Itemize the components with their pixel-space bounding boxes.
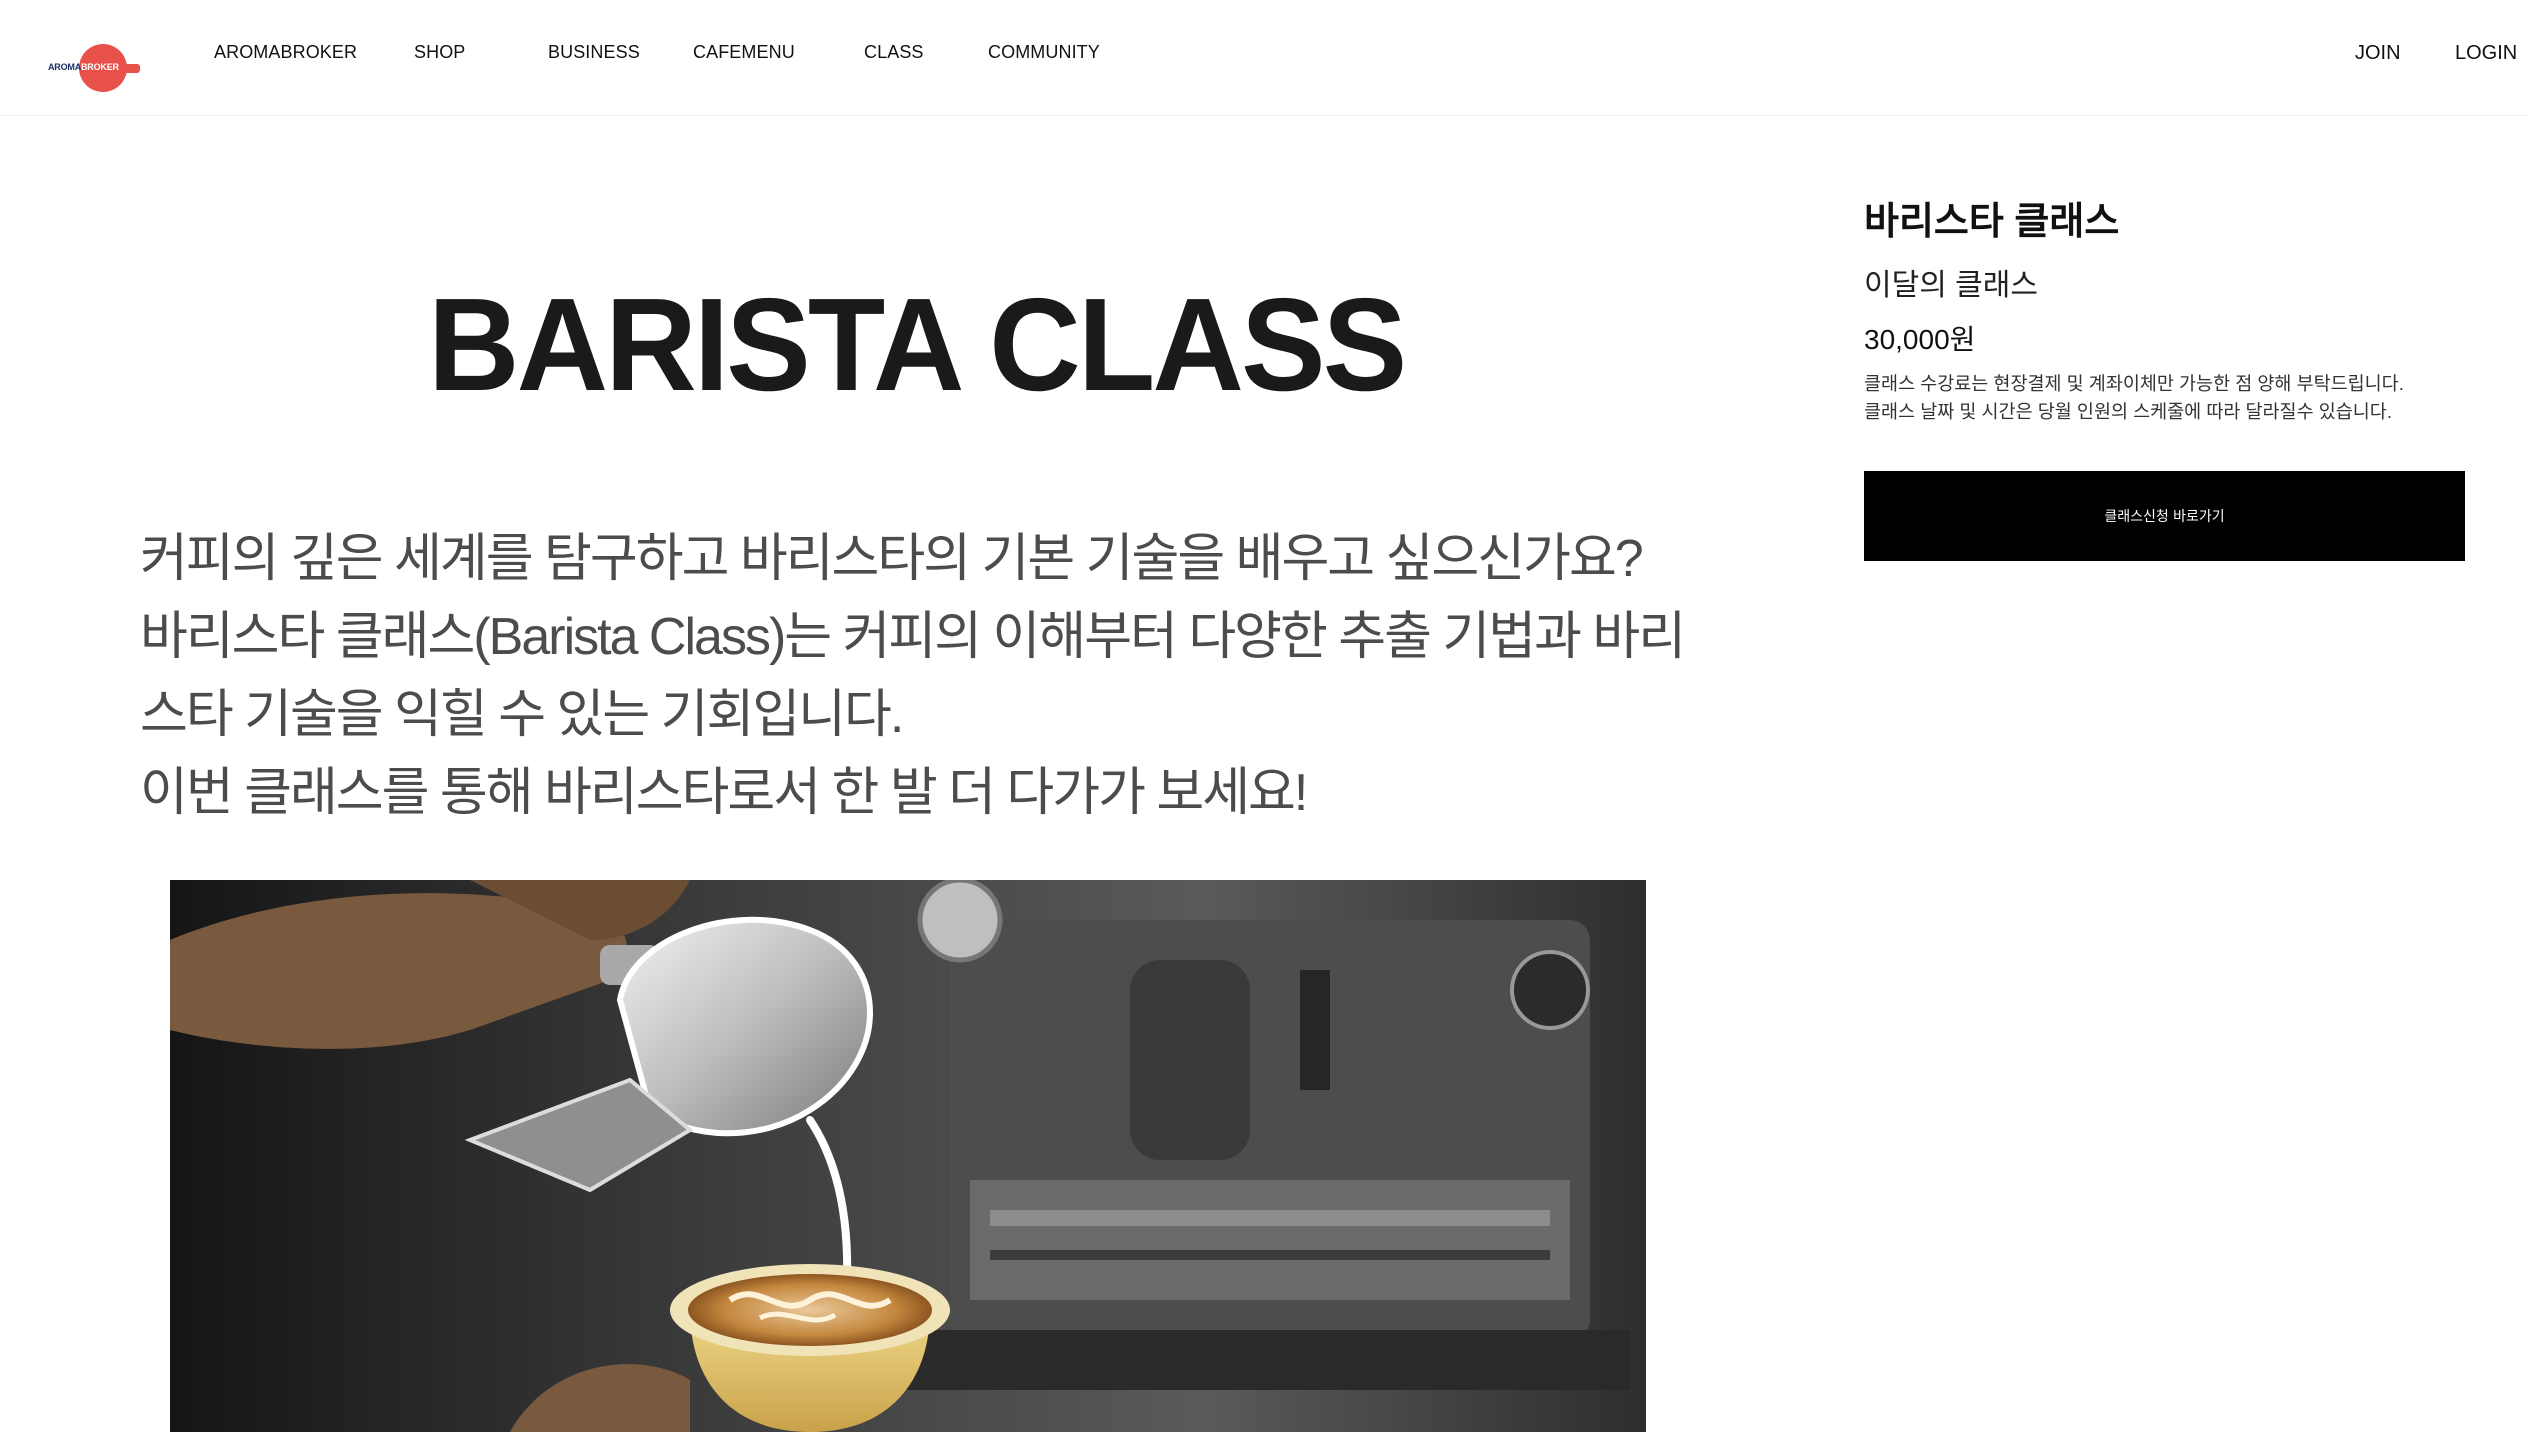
product-price: 30,000원 xyxy=(1864,324,1976,355)
nav-item-business[interactable]: BUSINESS xyxy=(548,42,640,63)
brand-logo[interactable]: AROMABROKER xyxy=(48,42,143,94)
product-subtitle: 이달의 클래스 xyxy=(1864,269,2038,302)
intro-line: 커피의 깊은 세계를 탐구하고 바리스타의 기본 기술을 배우고 싶으신가요? xyxy=(140,530,1644,588)
product-note-line: 클래스 날짜 및 시간은 당월 인원의 스케줄에 따라 달라질수 있습니다. xyxy=(1864,401,2392,422)
product-title: 바리스타 클래스 xyxy=(1864,201,2120,243)
intro-line: 이번 클래스를 통해 바리스타로서 한 발 더 다가가 보세요! xyxy=(140,764,1308,822)
hero-title: BARISTA CLASS xyxy=(428,271,1407,418)
nav-item-aromabroker[interactable]: AROMABROKER xyxy=(214,42,357,63)
logo-wordmark: AROMABROKER xyxy=(48,62,119,72)
latte-art-photo xyxy=(170,880,1646,1432)
nav-item-community[interactable]: COMMUNITY xyxy=(988,42,1100,63)
class-apply-button[interactable]: 클래스신청 바로가기 xyxy=(1864,471,2465,561)
intro-line: 바리스타 클래스(Barista Class)는 커피의 이해부터 다양한 추출… xyxy=(140,608,1686,666)
site-header: AROMABROKER AROMABROKER SHOP BUSINESS CA… xyxy=(0,0,2527,116)
login-link[interactable]: LOGIN xyxy=(2455,42,2517,65)
join-link[interactable]: JOIN xyxy=(2355,42,2401,65)
intro-line: 스타 기술을 익힐 수 있는 기회입니다. xyxy=(140,686,904,744)
nav-item-cafemenu[interactable]: CAFEMENU xyxy=(693,42,795,63)
intro-text: 커피의 깊은 세계를 탐구하고 바리스타의 기본 기술을 배우고 싶으신가요? … xyxy=(140,520,1720,832)
product-notes: 클래스 수강료는 현장결제 및 계좌이체만 가능한 점 양해 부탁드립니다. 클… xyxy=(1864,370,2504,426)
nav-item-shop[interactable]: SHOP xyxy=(414,42,465,63)
latte-art-illustration xyxy=(170,880,1646,1432)
product-note-line: 클래스 수강료는 현장결제 및 계좌이체만 가능한 점 양해 부탁드립니다. xyxy=(1864,373,2404,394)
nav-item-class[interactable]: CLASS xyxy=(864,42,924,63)
